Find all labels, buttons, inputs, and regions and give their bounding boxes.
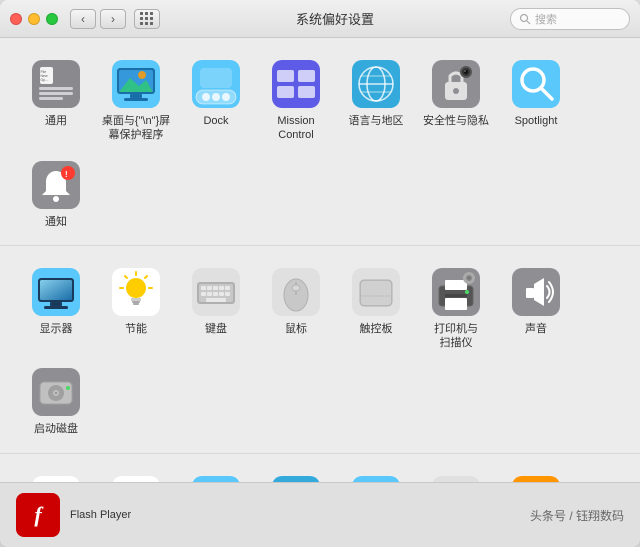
keyboard-label: 键盘 xyxy=(205,322,227,336)
startup-label: 启动磁盘 xyxy=(34,422,78,436)
notification-icon: ! xyxy=(32,161,80,209)
pref-dock[interactable]: Dock xyxy=(176,50,256,136)
pref-sharing[interactable]: ⚠ 共享 xyxy=(496,466,576,482)
pref-printer[interactable]: 打印机与 扫描仪 xyxy=(416,258,496,359)
pref-desktop[interactable]: 桌面与{"\n"}屏幕保护程序 xyxy=(96,50,176,151)
pref-trackpad[interactable]: 触控板 xyxy=(336,258,416,344)
system-preferences-window: ‹ › 系统偏好设置 搜索 xyxy=(0,0,640,547)
trackpad-label: 触控板 xyxy=(360,322,393,336)
mouse-icon xyxy=(272,268,320,316)
general-label: 通用 xyxy=(45,114,67,128)
desktop-icon xyxy=(112,60,160,108)
pref-network[interactable]: 网络 xyxy=(256,466,336,482)
forward-button[interactable]: › xyxy=(100,9,126,29)
flash-player-label: Flash Player xyxy=(70,509,131,521)
keyboard-icon xyxy=(192,268,240,316)
minimize-button[interactable] xyxy=(28,13,40,25)
display-label: 显示器 xyxy=(40,322,73,336)
security-label: 安全性与隐私 xyxy=(423,114,489,128)
pref-internet-accounts[interactable]: @ 互联网 帐户 xyxy=(96,466,176,482)
pref-extensions[interactable]: 扩展 xyxy=(416,466,496,482)
personal-items: File New Op... 通用 xyxy=(16,50,624,237)
pref-appstore[interactable]: App Store xyxy=(176,466,256,482)
pref-spotlight[interactable]: Spotlight xyxy=(496,50,576,136)
printer-icon xyxy=(432,268,480,316)
display-icon xyxy=(32,268,80,316)
spotlight-label: Spotlight xyxy=(515,114,558,128)
search-placeholder: 搜索 xyxy=(535,11,557,27)
preferences-content: File New Op... 通用 xyxy=(0,38,640,482)
pref-language[interactable]: 语言与地区 xyxy=(336,50,416,136)
pref-keyboard[interactable]: 键盘 xyxy=(176,258,256,344)
sound-label: 声音 xyxy=(525,322,547,336)
bottom-bar: f Flash Player 头条号 / 钰翔数码 xyxy=(0,482,640,547)
notification-label: 通知 xyxy=(45,215,67,229)
all-prefs-button[interactable] xyxy=(134,9,160,29)
traffic-lights xyxy=(10,13,58,25)
pref-mouse[interactable]: 鼠标 xyxy=(256,258,336,344)
close-button[interactable] xyxy=(10,13,22,25)
mouse-label: 鼠标 xyxy=(285,322,307,336)
pref-security[interactable]: 安全性与隐私 xyxy=(416,50,496,136)
general-icon: File New Op... xyxy=(32,60,80,108)
startup-icon xyxy=(32,368,80,416)
nav-buttons: ‹ › xyxy=(70,9,126,29)
pref-general[interactable]: File New Op... 通用 xyxy=(16,50,96,136)
section-personal: File New Op... 通用 xyxy=(0,38,640,246)
energy-icon xyxy=(112,268,160,316)
watermark: 头条号 / 钰翔数码 xyxy=(530,507,624,524)
internet-items: iCloud @ 互联网 帐户 xyxy=(16,466,624,482)
energy-label: 节能 xyxy=(125,322,147,336)
mission-icon xyxy=(272,60,320,108)
pref-startup[interactable]: 启动磁盘 xyxy=(16,358,96,444)
trackpad-icon xyxy=(352,268,400,316)
sound-icon xyxy=(512,268,560,316)
window-title: 系统偏好设置 xyxy=(160,9,510,28)
back-button[interactable]: ‹ xyxy=(70,9,96,29)
dock-label: Dock xyxy=(203,114,228,128)
section-internet: iCloud @ 互联网 帐户 xyxy=(0,454,640,482)
flash-player-icon[interactable]: f xyxy=(16,493,60,537)
spotlight-icon xyxy=(512,60,560,108)
pref-bluetooth[interactable]: 蓝牙 xyxy=(336,466,416,482)
desktop-label: 桌面与{"\n"}屏幕保护程序 xyxy=(100,114,172,143)
dock-icon xyxy=(192,60,240,108)
mission-label: Mission Control xyxy=(277,114,314,143)
svg-text:Op...: Op... xyxy=(41,78,49,82)
grid-icon xyxy=(140,12,154,26)
maximize-button[interactable] xyxy=(46,13,58,25)
search-icon xyxy=(519,13,531,25)
pref-icloud[interactable]: iCloud xyxy=(16,466,96,482)
search-box[interactable]: 搜索 xyxy=(510,8,630,30)
language-icon xyxy=(352,60,400,108)
hardware-items: 显示器 xyxy=(16,258,624,445)
security-icon xyxy=(432,60,480,108)
svg-text:!: ! xyxy=(65,170,68,179)
pref-energy[interactable]: 节能 xyxy=(96,258,176,344)
pref-mission[interactable]: Mission Control xyxy=(256,50,336,151)
titlebar: ‹ › 系统偏好设置 搜索 xyxy=(0,0,640,38)
bottom-left: f Flash Player xyxy=(16,493,131,537)
pref-sound[interactable]: 声音 xyxy=(496,258,576,344)
pref-notification[interactable]: ! 通知 xyxy=(16,151,96,237)
language-label: 语言与地区 xyxy=(349,114,404,128)
section-hardware: 显示器 xyxy=(0,246,640,454)
pref-display[interactable]: 显示器 xyxy=(16,258,96,344)
printer-label: 打印机与 扫描仪 xyxy=(434,322,478,351)
